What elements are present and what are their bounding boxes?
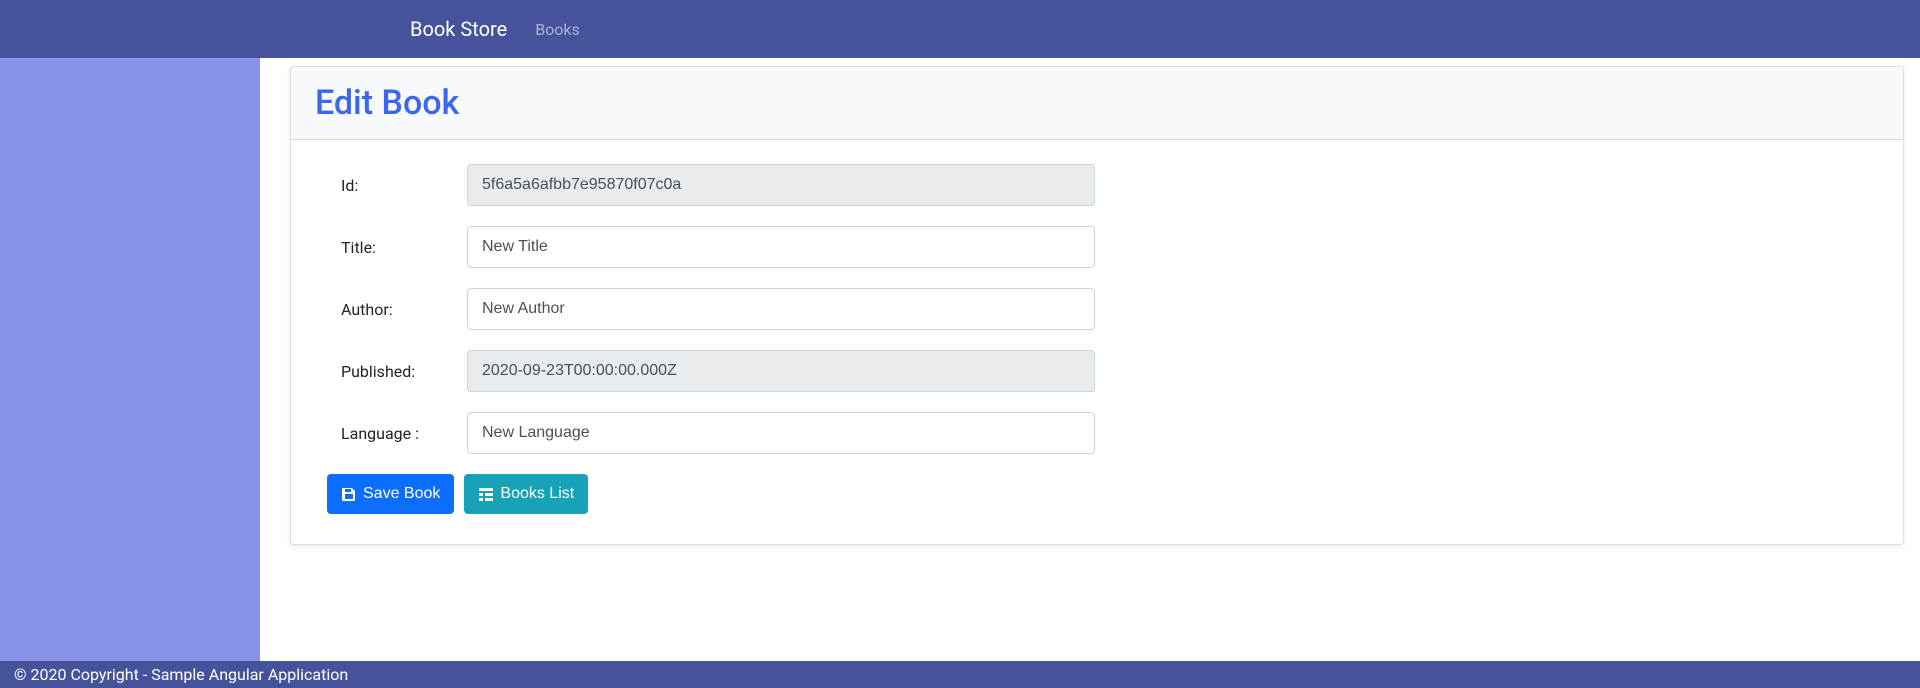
nav-link-books[interactable]: Books: [527, 16, 588, 43]
input-id: [467, 164, 1095, 206]
input-published: [467, 350, 1095, 392]
content: Edit Book Id: Title: Author: Published:: [260, 58, 1920, 661]
card-header: Edit Book: [291, 67, 1903, 140]
row-published: Published:: [327, 350, 1867, 392]
main-wrap: Edit Book Id: Title: Author: Published:: [0, 58, 1920, 661]
card: Edit Book Id: Title: Author: Published:: [290, 66, 1904, 545]
sidebar: [0, 58, 260, 661]
row-author: Author:: [327, 288, 1867, 330]
books-list-button[interactable]: Books List: [464, 474, 588, 514]
save-icon: [341, 486, 357, 502]
card-body: Id: Title: Author: Published: Language :: [291, 140, 1903, 544]
books-list-button-label: Books List: [500, 485, 574, 503]
label-title: Title:: [327, 238, 467, 257]
brand-link[interactable]: Book Store: [410, 17, 507, 41]
row-id: Id:: [327, 164, 1867, 206]
label-published: Published:: [327, 362, 467, 381]
button-row: Save Book Books List: [327, 474, 1867, 514]
footer: © 2020 Copyright - Sample Angular Applic…: [0, 661, 1920, 688]
page-title: Edit Book: [315, 83, 1879, 123]
input-author[interactable]: [467, 288, 1095, 330]
footer-text: © 2020 Copyright - Sample Angular Applic…: [14, 665, 348, 684]
label-author: Author:: [327, 300, 467, 319]
label-language: Language :: [327, 424, 467, 443]
navbar: Book Store Books: [0, 0, 1920, 58]
table-icon: [478, 486, 494, 502]
row-language: Language :: [327, 412, 1867, 454]
navbar-inner: Book Store Books: [190, 16, 1730, 43]
row-title: Title:: [327, 226, 1867, 268]
input-title[interactable]: [467, 226, 1095, 268]
input-language[interactable]: [467, 412, 1095, 454]
save-button[interactable]: Save Book: [327, 474, 454, 514]
save-button-label: Save Book: [363, 485, 440, 503]
label-id: Id:: [327, 176, 467, 195]
